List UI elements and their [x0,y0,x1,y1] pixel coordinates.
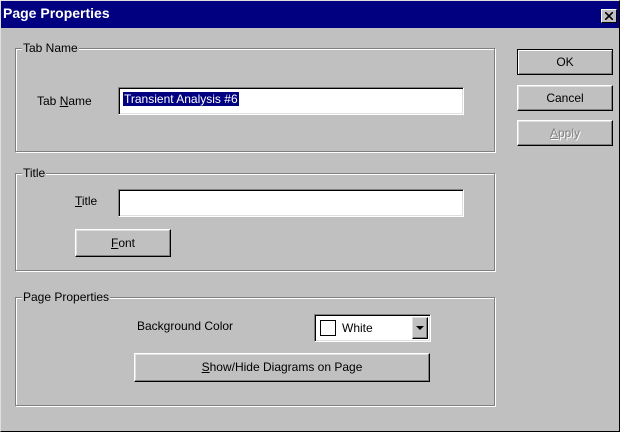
apply-accel: A [549,126,558,140]
background-color-label: Background Color [137,319,234,333]
font-button[interactable]: Font [75,229,171,257]
close-icon [605,12,613,20]
title-label-accel: T [75,194,82,208]
title-input[interactable] [118,189,464,217]
chevron-down-icon [416,326,424,330]
show-hide-diagrams-button[interactable]: Show/Hide Diagrams on Page [134,353,430,382]
background-color-value: White [342,321,373,335]
show-hide-label: how/Hide Diagrams on Page [209,360,363,374]
background-color-select[interactable]: White [314,314,431,342]
tab-name-label: Tab Name [37,94,92,108]
cancel-button[interactable]: Cancel [517,85,613,111]
color-swatch [320,320,336,336]
title-legend: Title [22,166,47,180]
title-label: Title [75,194,97,208]
ok-button[interactable]: OK [517,49,613,75]
apply-button[interactable]: Apply [517,120,613,146]
show-hide-accel: S [201,360,210,374]
tab-name-legend: Tab Name [22,41,79,55]
title-bar[interactable]: Page Properties [1,1,619,28]
close-button[interactable] [601,9,617,23]
page-properties-legend: Page Properties [22,290,111,304]
apply-label: pply [558,126,581,140]
tab-name-value: Transient Analysis #6 [123,92,239,106]
font-button-label: ont [118,236,136,250]
window-title: Page Properties [3,5,110,21]
title-label-post: itle [81,194,98,208]
tab-name-label-post: ame [68,94,92,108]
page-properties-dialog: Page Properties Tab Name Tab Name Transi… [0,0,620,432]
dropdown-button[interactable] [412,317,428,339]
cancel-label: Cancel [546,91,584,105]
tab-name-label-pre: Tab [37,94,60,108]
tab-name-input[interactable]: Transient Analysis #6 [118,87,464,115]
ok-label: OK [556,55,574,69]
